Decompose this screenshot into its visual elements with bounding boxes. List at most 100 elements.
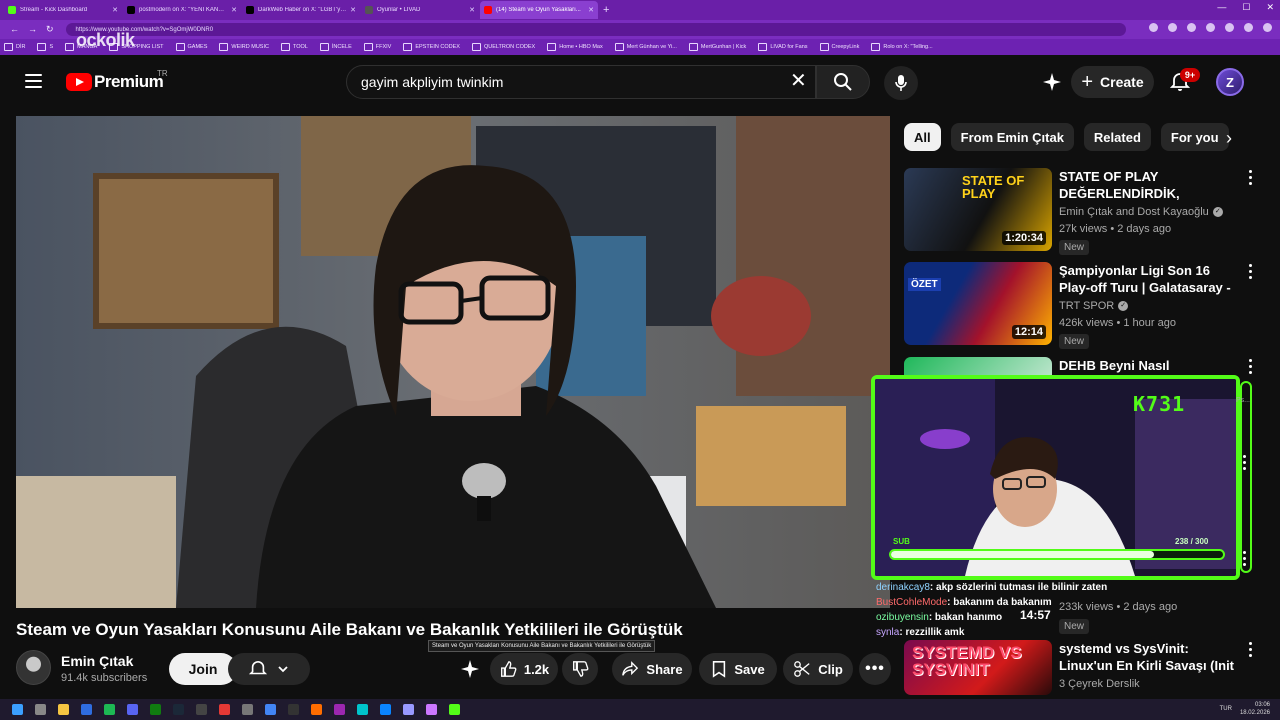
url-input[interactable]: https://www.youtube.com/watch?v=SgOmjW0D…	[65, 23, 1126, 36]
rec-title[interactable]: systemd vs SysVinit: Linux'un En Kirli S…	[1059, 640, 1237, 676]
discord-icon[interactable]	[127, 704, 138, 715]
extension-icon[interactable]	[1187, 23, 1196, 32]
rec-title[interactable]: Şampiyonlar Ligi Son 16 Play-off Turu | …	[1059, 262, 1237, 298]
bookmark-item[interactable]: WEIRD MUSIC	[219, 43, 269, 51]
bookmark-item[interactable]: İNCELE	[320, 43, 352, 51]
bookmark-item[interactable]: LIVAD for Fans	[758, 43, 807, 51]
browser-tab-active[interactable]: (14) Steam ve Oyun Yasakları... ✕	[480, 1, 598, 19]
edge-icon[interactable]	[81, 704, 92, 715]
sparkle-ai-icon[interactable]	[454, 653, 486, 685]
save-button[interactable]: Save	[699, 653, 777, 685]
chevron-right-icon[interactable]: ›	[1226, 128, 1232, 149]
bookmark-item[interactable]: TOOL	[281, 43, 308, 51]
video-thumbnail[interactable]: STATE OF PLAY 1:20:34	[904, 168, 1052, 251]
browser-tab[interactable]: Oyunlar • LIVAD ✕	[361, 1, 479, 19]
more-vertical-icon[interactable]	[1247, 170, 1253, 185]
channel-avatar[interactable]	[16, 650, 51, 685]
extension-icon[interactable]	[1168, 23, 1177, 32]
close-icon[interactable]: ✕	[350, 6, 356, 14]
bookmark-item[interactable]: DİR	[4, 43, 25, 51]
app-icon[interactable]	[288, 704, 299, 715]
chip-for-you[interactable]: For you	[1160, 123, 1229, 151]
start-icon[interactable]	[12, 704, 23, 715]
close-window-icon[interactable]: ✕	[1266, 2, 1274, 13]
after-effects-icon[interactable]	[426, 704, 437, 715]
more-vertical-icon[interactable]	[1247, 359, 1253, 374]
browser-tab[interactable]: DarkWeb Haber on X: "LGBT'yi öve...✕	[242, 1, 360, 19]
new-tab-icon[interactable]: +	[603, 4, 609, 16]
profile-icon[interactable]	[1244, 23, 1253, 32]
close-icon[interactable]: ✕	[112, 6, 118, 14]
browser-tab[interactable]: Stream - Kick Dashboard ✕	[4, 1, 122, 19]
clip-button[interactable]: Clip	[783, 653, 853, 685]
extension-icon[interactable]	[1206, 23, 1215, 32]
bookmark-item[interactable]: Rolo on X: "Telling...	[871, 43, 932, 51]
search-icon[interactable]	[35, 704, 46, 715]
recommendation-item[interactable]: ÖZET 12:14 Şampiyonlar Ligi Son 16 Play-…	[904, 262, 1264, 352]
extension-icon[interactable]	[1149, 23, 1158, 32]
bookmark-item[interactable]: EPSTEIN CODEX	[403, 43, 460, 51]
close-icon[interactable]: ✕	[231, 6, 237, 14]
obs-icon[interactable]	[219, 704, 230, 715]
menu-icon[interactable]	[1263, 23, 1272, 32]
bookmark-item[interactable]: Mert Günhan ve Yi...	[615, 43, 677, 51]
app-icon[interactable]	[334, 704, 345, 715]
voice-search-button[interactable]	[884, 66, 918, 100]
like-button[interactable]: 1.2k	[490, 653, 558, 685]
close-icon[interactable]: ✕	[469, 6, 475, 14]
more-actions-button[interactable]: •••	[859, 653, 891, 685]
rec-channel[interactable]: 3 Çeyrek Derslik	[1059, 678, 1140, 690]
steam-icon[interactable]	[173, 704, 184, 715]
bookmark-item[interactable]: QUELTRON CODEX	[472, 43, 535, 51]
reload-icon[interactable]: ↻	[46, 24, 54, 35]
forward-icon[interactable]: →	[28, 24, 37, 35]
maximize-icon[interactable]: ☐	[1242, 2, 1250, 13]
app-icon[interactable]	[196, 704, 207, 715]
share-button[interactable]: Share	[612, 653, 692, 685]
chrome-icon[interactable]	[265, 704, 276, 715]
file-explorer-icon[interactable]	[58, 704, 69, 715]
extension-icon[interactable]	[1225, 23, 1234, 32]
clear-search-icon[interactable]: ✕	[790, 71, 807, 91]
menu-icon[interactable]	[25, 74, 42, 88]
search-input[interactable]: gayim akpliyim twinkim	[346, 65, 816, 99]
more-vertical-icon[interactable]	[1247, 264, 1253, 279]
spotify-icon[interactable]	[104, 704, 115, 715]
chip-all[interactable]: All	[904, 123, 941, 151]
clock[interactable]: 03:06 18.02.2026	[1240, 701, 1270, 717]
video-thumbnail[interactable]: SYSTEMD VS SYSVINIT	[904, 640, 1052, 695]
bookmark-item[interactable]: S	[37, 43, 53, 51]
join-button[interactable]: Join	[169, 653, 237, 685]
bookmark-item[interactable]: Home • HBO Max	[547, 43, 603, 51]
app-icon[interactable]	[357, 704, 368, 715]
channel-name[interactable]: Emin Çıtak	[61, 653, 133, 669]
search-button[interactable]	[816, 65, 870, 99]
video-player[interactable]	[16, 116, 890, 608]
language-indicator[interactable]: TUR	[1220, 706, 1232, 712]
app-icon[interactable]	[242, 704, 253, 715]
photoshop-icon[interactable]	[380, 704, 391, 715]
rec-channel[interactable]: Emin Çıtak and Dost Kayaoğlu ✓	[1059, 206, 1223, 218]
subscription-bell-button[interactable]	[228, 653, 310, 685]
more-vertical-icon[interactable]	[1247, 642, 1253, 657]
minimize-icon[interactable]: —	[1217, 2, 1226, 13]
recommendation-item[interactable]: STATE OF PLAY 1:20:34 STATE OF PLAY DEĞE…	[904, 168, 1264, 258]
rec-channel[interactable]: TRT SPOR ✓	[1059, 300, 1129, 312]
video-thumbnail[interactable]: ÖZET 12:14	[904, 262, 1052, 345]
youtube-logo[interactable]: Premium	[66, 72, 164, 92]
close-icon[interactable]: ✕	[588, 6, 594, 14]
account-avatar[interactable]: Z	[1216, 68, 1244, 96]
bookmark-item[interactable]: MertGunhan | Kick	[689, 43, 746, 51]
chip-related[interactable]: Related	[1083, 123, 1151, 151]
browser-tab[interactable]: postmodern on X: "YENİ KANUN: ... ✕	[123, 1, 241, 19]
kick-icon[interactable]	[449, 704, 460, 715]
bookmark-item[interactable]: FFXIV	[364, 43, 392, 51]
create-button[interactable]: + Create	[1071, 66, 1154, 98]
rec-title[interactable]: STATE OF PLAY DEĞERLENDİRDİK, UBISOFT ..…	[1059, 168, 1237, 204]
chip-from-channel[interactable]: From Emin Çıtak	[950, 123, 1074, 151]
sparkle-ai-icon[interactable]	[1041, 71, 1063, 93]
bookmark-item[interactable]: GAMES	[176, 43, 208, 51]
premiere-icon[interactable]	[403, 704, 414, 715]
xbox-icon[interactable]	[150, 704, 161, 715]
app-icon[interactable]	[311, 704, 322, 715]
